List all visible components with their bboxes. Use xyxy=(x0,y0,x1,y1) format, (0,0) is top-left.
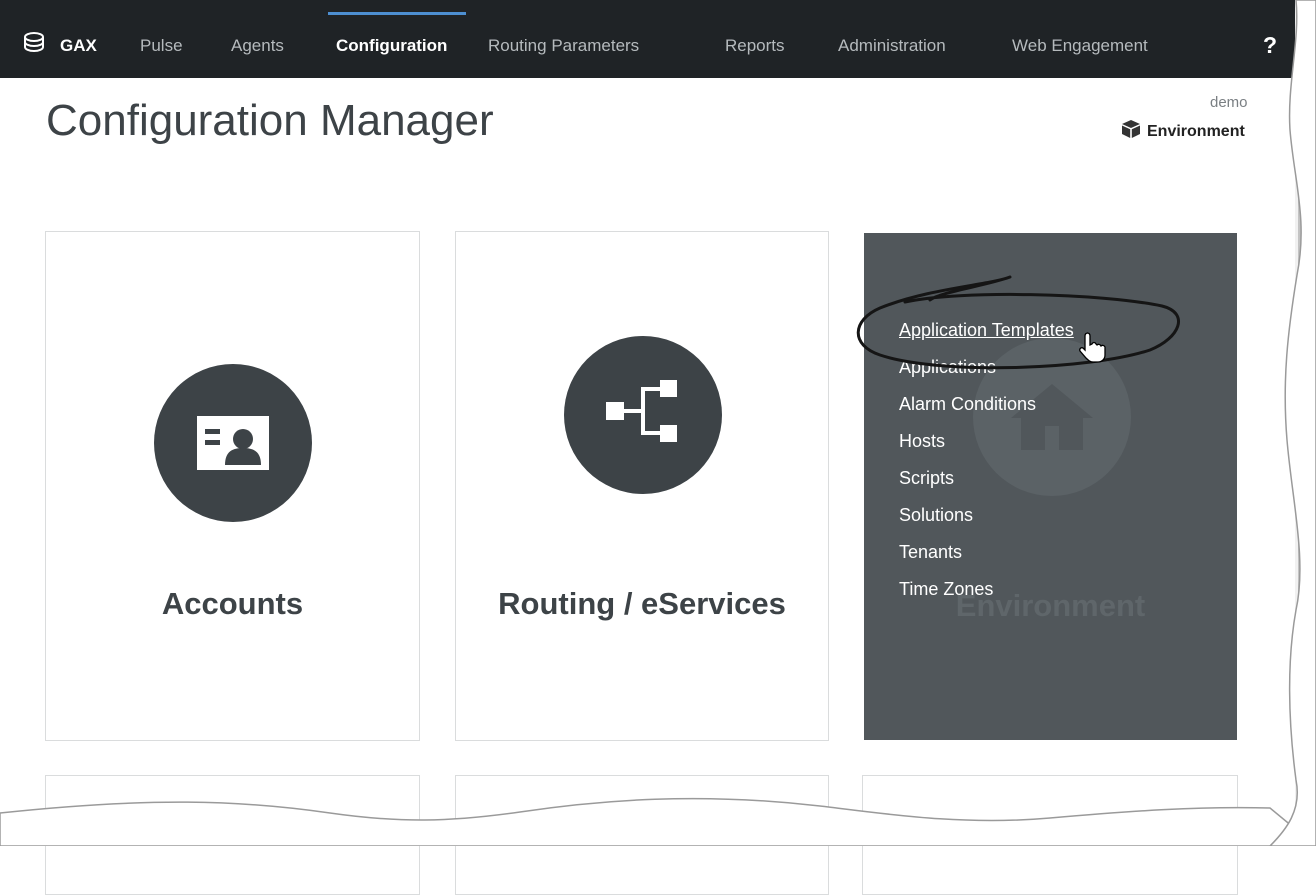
environment-link-label: Environment xyxy=(1147,123,1245,140)
routing-icon-circle xyxy=(564,336,722,494)
menu-item-hosts[interactable]: Hosts xyxy=(899,423,1074,460)
tile-bottom-1[interactable] xyxy=(45,775,420,895)
tile-routing-eservices[interactable]: Routing / eServices xyxy=(455,231,829,741)
tile-title-routing-eservices: Routing / eServices xyxy=(498,586,786,621)
tile-bottom-2[interactable] xyxy=(455,775,829,895)
menu-item-alarm-conditions[interactable]: Alarm Conditions xyxy=(899,386,1074,423)
nav-routing-parameters[interactable]: Routing Parameters xyxy=(488,36,639,56)
page-title: Configuration Manager xyxy=(46,96,494,145)
menu-item-tenants[interactable]: Tenants xyxy=(899,534,1074,571)
environment-link[interactable]: Environment xyxy=(1120,119,1245,141)
tile-environment[interactable]: Environment Application Templates Applic… xyxy=(864,233,1237,740)
menu-item-application-templates[interactable]: Application Templates xyxy=(899,312,1074,349)
vertical-scrollbar[interactable] xyxy=(1295,0,1316,846)
tile-title-accounts: Accounts xyxy=(161,586,304,621)
user-name[interactable]: demo xyxy=(1210,94,1248,111)
menu-item-scripts[interactable]: Scripts xyxy=(899,460,1074,497)
active-tab-indicator xyxy=(328,12,466,15)
scrollbar-thumb[interactable] xyxy=(1298,0,1313,598)
menu-item-solutions[interactable]: Solutions xyxy=(899,497,1074,534)
tile-bottom-3[interactable] xyxy=(862,775,1238,895)
top-nav-bar: GAX Pulse Agents Configuration Routing P… xyxy=(0,0,1295,78)
id-card-icon xyxy=(197,416,269,470)
gax-logo-icon xyxy=(24,32,44,53)
gax-brand[interactable]: GAX xyxy=(60,36,97,56)
accounts-icon-circle xyxy=(154,364,312,522)
nav-administration[interactable]: Administration xyxy=(838,36,946,56)
nav-configuration[interactable]: Configuration xyxy=(336,36,447,56)
nav-agents[interactable]: Agents xyxy=(231,36,284,56)
nav-web-engagement[interactable]: Web Engagement xyxy=(1012,36,1148,56)
menu-item-time-zones[interactable]: Time Zones xyxy=(899,571,1074,608)
nav-reports[interactable]: Reports xyxy=(725,36,785,56)
hierarchy-icon xyxy=(606,380,677,442)
help-button[interactable]: ? xyxy=(1263,32,1277,59)
tile-accounts[interactable]: Accounts xyxy=(45,231,420,741)
cube-icon xyxy=(1122,120,1140,138)
environment-menu: Application Templates Applications Alarm… xyxy=(899,312,1074,608)
menu-item-applications[interactable]: Applications xyxy=(899,349,1074,386)
nav-pulse[interactable]: Pulse xyxy=(140,36,183,56)
